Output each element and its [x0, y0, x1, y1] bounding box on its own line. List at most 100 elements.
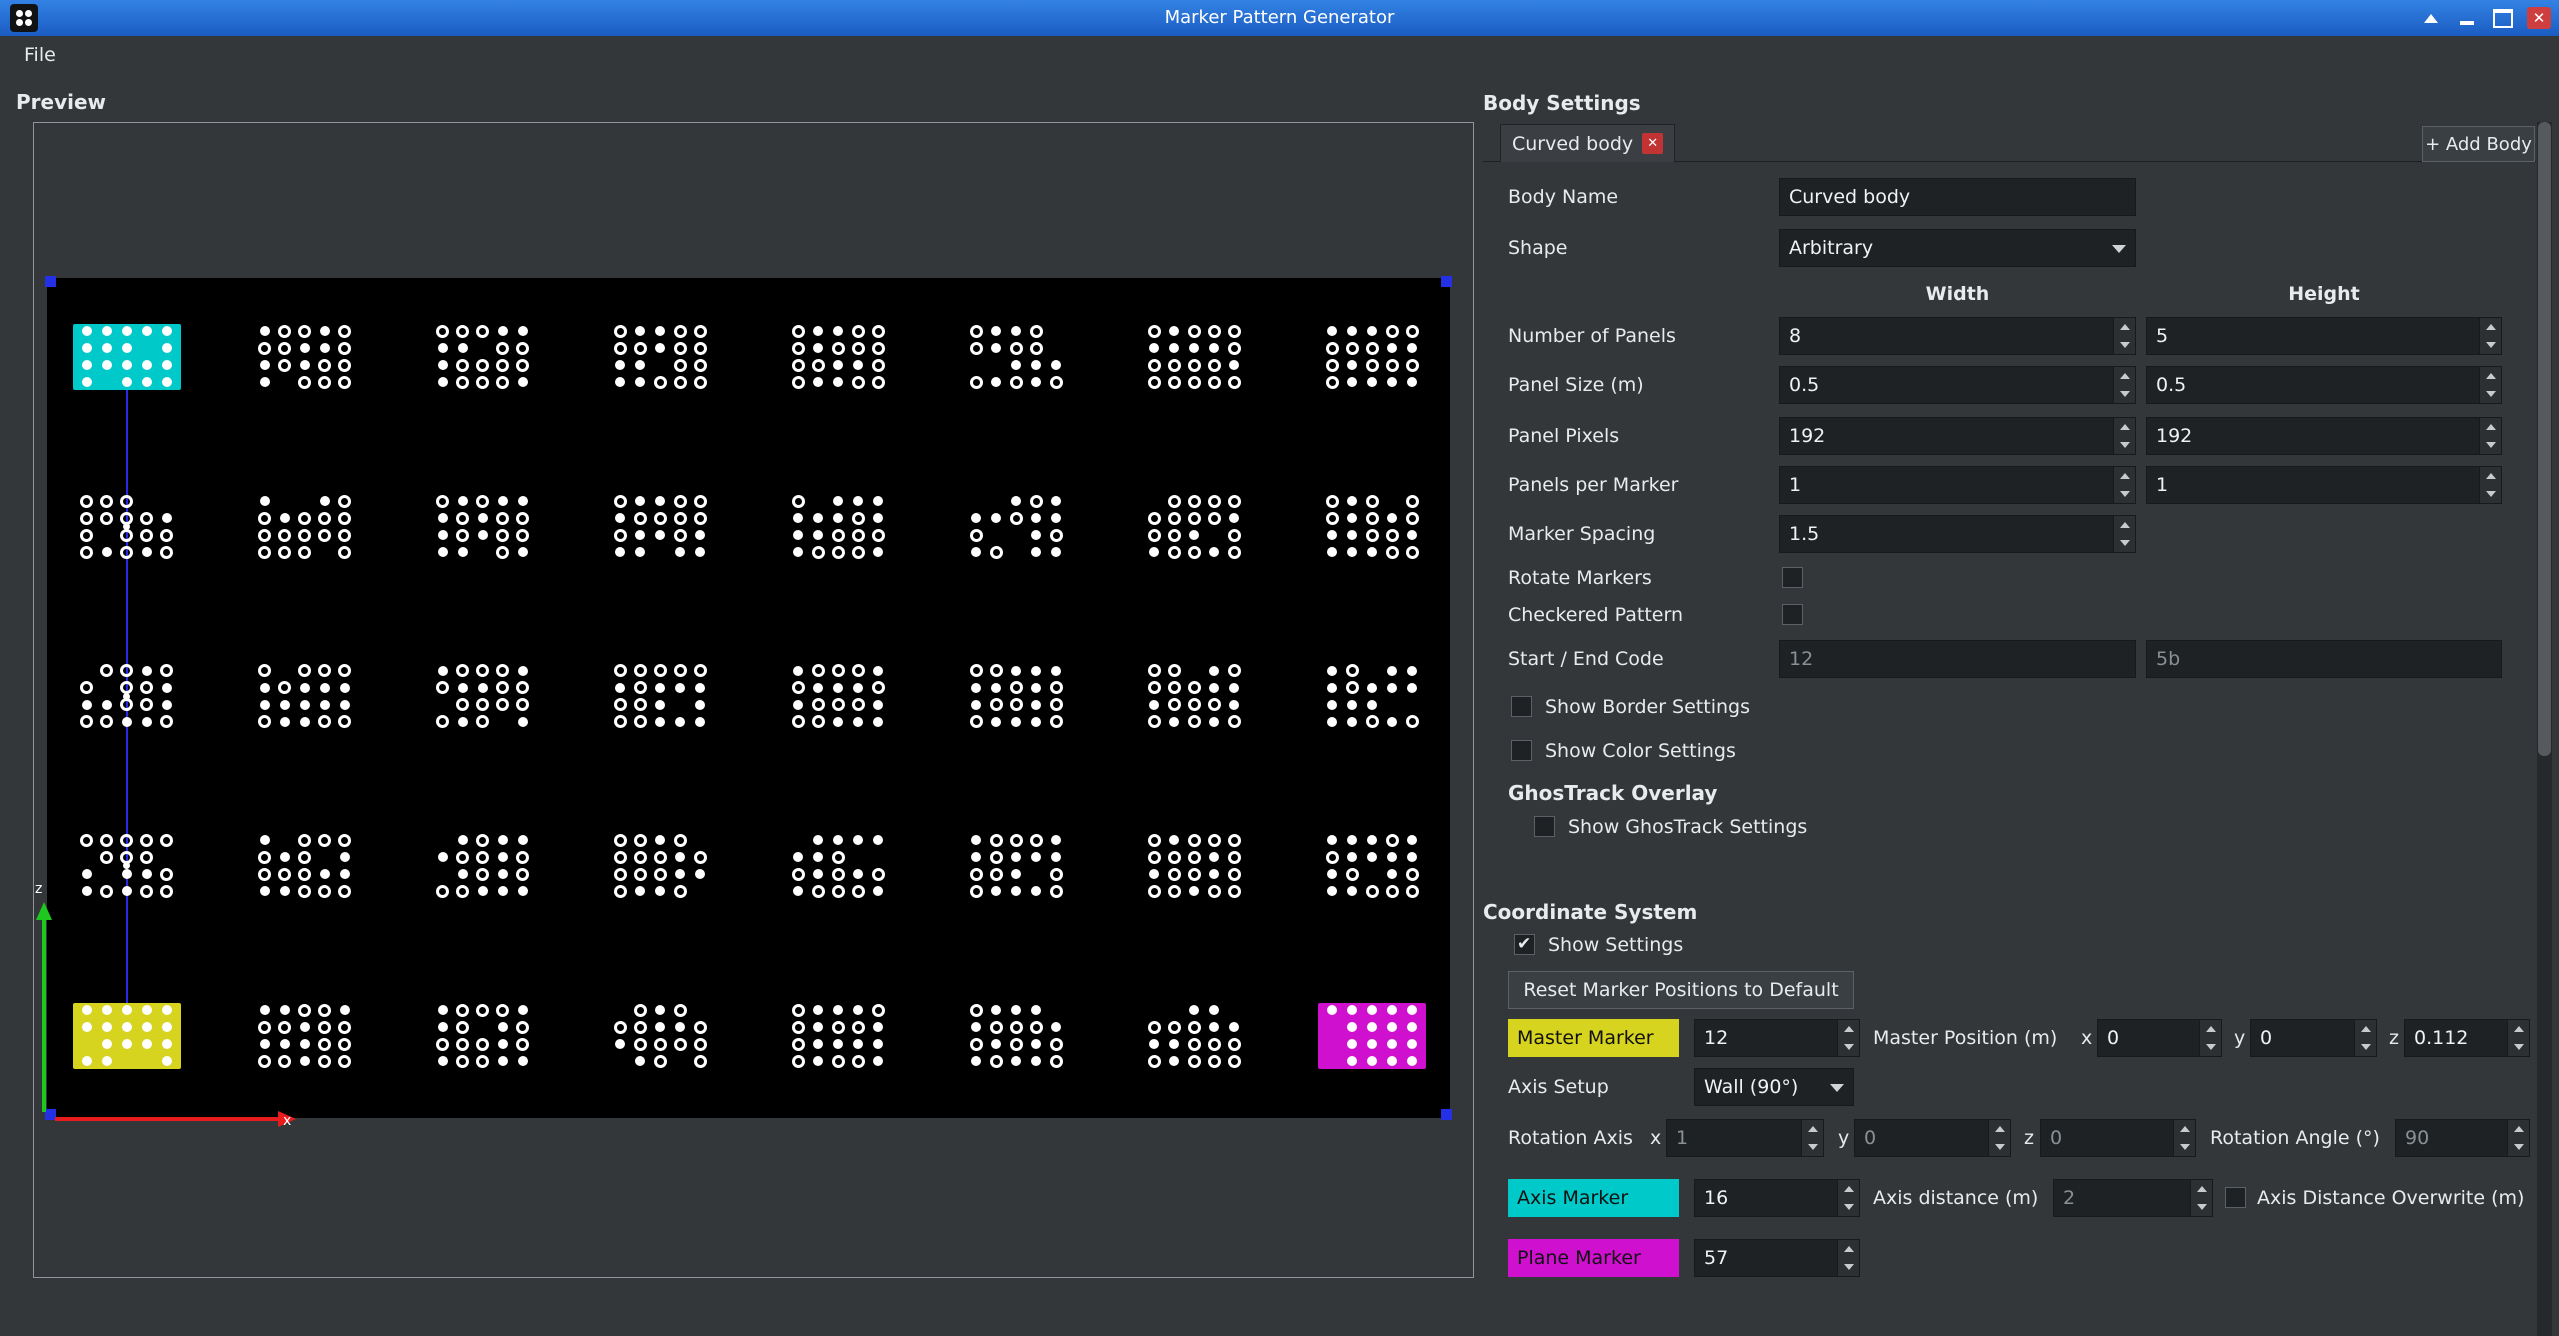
master-position-y-spinbox[interactable]: 0: [2250, 1019, 2377, 1057]
spin-down-icon[interactable]: [2174, 1138, 2195, 1156]
marker[interactable]: [73, 663, 181, 729]
spin-down-icon[interactable]: [2114, 336, 2135, 354]
canvas-corner-handle[interactable]: [45, 276, 56, 287]
tab-close-icon[interactable]: ✕: [1642, 133, 1663, 154]
spin-up-icon[interactable]: [1838, 1240, 1859, 1258]
spin-down-icon[interactable]: [2508, 1138, 2529, 1156]
rotate-markers-checkbox[interactable]: [1782, 567, 1803, 588]
canvas-corner-handle[interactable]: [1441, 276, 1452, 287]
marker[interactable]: [784, 324, 892, 390]
spin-up-icon[interactable]: [2480, 467, 2501, 485]
spin-up-icon[interactable]: [2355, 1020, 2376, 1038]
panels-width-spinbox[interactable]: 8: [1779, 317, 2136, 355]
spin-up-icon[interactable]: [2508, 1120, 2529, 1138]
master-marker-spinbox[interactable]: 12: [1694, 1019, 1860, 1057]
spin-down-icon[interactable]: [2114, 485, 2135, 503]
marker[interactable]: [784, 663, 892, 729]
body-name-input[interactable]: Curved body: [1779, 178, 2136, 216]
panel-size-width-spinbox[interactable]: 0.5: [1779, 366, 2136, 404]
start-code-input[interactable]: 12: [1779, 640, 2136, 678]
spin-up-icon[interactable]: [2114, 418, 2135, 436]
axis-marker-spinbox[interactable]: 16: [1694, 1179, 1860, 1217]
spin-up-icon[interactable]: [2114, 516, 2135, 534]
marker[interactable]: [784, 494, 892, 560]
axis-distance-overwrite-checkbox[interactable]: [2225, 1187, 2246, 1208]
marker[interactable]: [606, 833, 714, 899]
marker[interactable]: [1140, 1003, 1248, 1069]
marker[interactable]: [251, 833, 359, 899]
spin-up-icon[interactable]: [2174, 1120, 2195, 1138]
panels-per-marker-width-spinbox[interactable]: 1: [1779, 466, 2136, 504]
rotation-axis-x-spinbox[interactable]: 1: [1666, 1119, 1824, 1157]
shape-dropdown[interactable]: Arbitrary: [1779, 229, 2136, 267]
panels-height-spinbox[interactable]: 5: [2146, 317, 2502, 355]
plane-marker[interactable]: [1318, 1003, 1426, 1069]
spin-down-icon[interactable]: [2480, 436, 2501, 454]
marker[interactable]: [429, 833, 537, 899]
panel-pixels-width-spinbox[interactable]: 192: [1779, 417, 2136, 455]
marker[interactable]: [606, 1003, 714, 1069]
spin-down-icon[interactable]: [2114, 436, 2135, 454]
spin-down-icon[interactable]: [1838, 1198, 1859, 1216]
spin-down-icon[interactable]: [2480, 385, 2501, 403]
rotation-axis-z-spinbox[interactable]: 0: [2040, 1119, 2196, 1157]
master-marker[interactable]: [73, 1003, 181, 1069]
canvas-corner-handle[interactable]: [45, 1109, 56, 1120]
marker[interactable]: [251, 663, 359, 729]
marker[interactable]: [1140, 324, 1248, 390]
marker[interactable]: [1140, 494, 1248, 560]
spin-up-icon[interactable]: [2191, 1180, 2212, 1198]
end-code-input[interactable]: 5b: [2146, 640, 2502, 678]
spin-down-icon[interactable]: [2200, 1038, 2221, 1056]
spin-down-icon[interactable]: [1838, 1258, 1859, 1276]
marker[interactable]: [606, 663, 714, 729]
master-position-x-spinbox[interactable]: 0: [2097, 1019, 2222, 1057]
tab-curved-body[interactable]: Curved body ✕: [1500, 124, 1675, 162]
marker[interactable]: [1140, 833, 1248, 899]
spin-up-icon[interactable]: [2200, 1020, 2221, 1038]
spin-up-icon[interactable]: [2114, 318, 2135, 336]
marker[interactable]: [962, 1003, 1070, 1069]
marker[interactable]: [784, 833, 892, 899]
spin-down-icon[interactable]: [2508, 1038, 2529, 1056]
marker[interactable]: [429, 324, 537, 390]
spin-down-icon[interactable]: [1838, 1038, 1859, 1056]
spin-down-icon[interactable]: [2480, 336, 2501, 354]
rotation-axis-y-spinbox[interactable]: 0: [1854, 1119, 2011, 1157]
show-settings-checkbox[interactable]: [1514, 934, 1535, 955]
spin-up-icon[interactable]: [2508, 1020, 2529, 1038]
checkered-pattern-checkbox[interactable]: [1782, 604, 1803, 625]
axis-setup-dropdown[interactable]: Wall (90°): [1694, 1068, 1854, 1106]
spin-down-icon[interactable]: [2480, 485, 2501, 503]
plane-marker-spinbox[interactable]: 57: [1694, 1239, 1860, 1277]
marker[interactable]: [1318, 324, 1426, 390]
marker[interactable]: [962, 324, 1070, 390]
panels-per-marker-height-spinbox[interactable]: 1: [2146, 466, 2502, 504]
vertical-scrollbar[interactable]: [2537, 122, 2552, 1336]
marker-spacing-spinbox[interactable]: 1.5: [1779, 515, 2136, 553]
spin-up-icon[interactable]: [1838, 1020, 1859, 1038]
add-body-button[interactable]: + Add Body: [2422, 126, 2535, 162]
preview-canvas[interactable]: [47, 278, 1450, 1118]
spin-down-icon[interactable]: [1802, 1138, 1823, 1156]
spin-up-icon[interactable]: [2480, 318, 2501, 336]
spin-up-icon[interactable]: [1802, 1120, 1823, 1138]
marker[interactable]: [1318, 833, 1426, 899]
marker[interactable]: [606, 324, 714, 390]
master-position-z-spinbox[interactable]: 0.112: [2404, 1019, 2530, 1057]
marker[interactable]: [962, 833, 1070, 899]
marker[interactable]: [784, 1003, 892, 1069]
show-ghostrack-settings-checkbox[interactable]: [1534, 816, 1555, 837]
marker[interactable]: [962, 663, 1070, 729]
spin-down-icon[interactable]: [1989, 1138, 2010, 1156]
show-border-settings-checkbox[interactable]: [1511, 696, 1532, 717]
scrollbar-thumb[interactable]: [2538, 122, 2551, 756]
rotation-angle-spinbox[interactable]: 90: [2395, 1119, 2530, 1157]
panel-size-height-spinbox[interactable]: 0.5: [2146, 366, 2502, 404]
menu-file[interactable]: File: [16, 36, 64, 75]
spin-down-icon[interactable]: [2114, 534, 2135, 552]
axis-marker[interactable]: [73, 324, 181, 390]
show-color-settings-checkbox[interactable]: [1511, 740, 1532, 761]
canvas-corner-handle[interactable]: [1441, 1109, 1452, 1120]
spin-up-icon[interactable]: [2114, 467, 2135, 485]
